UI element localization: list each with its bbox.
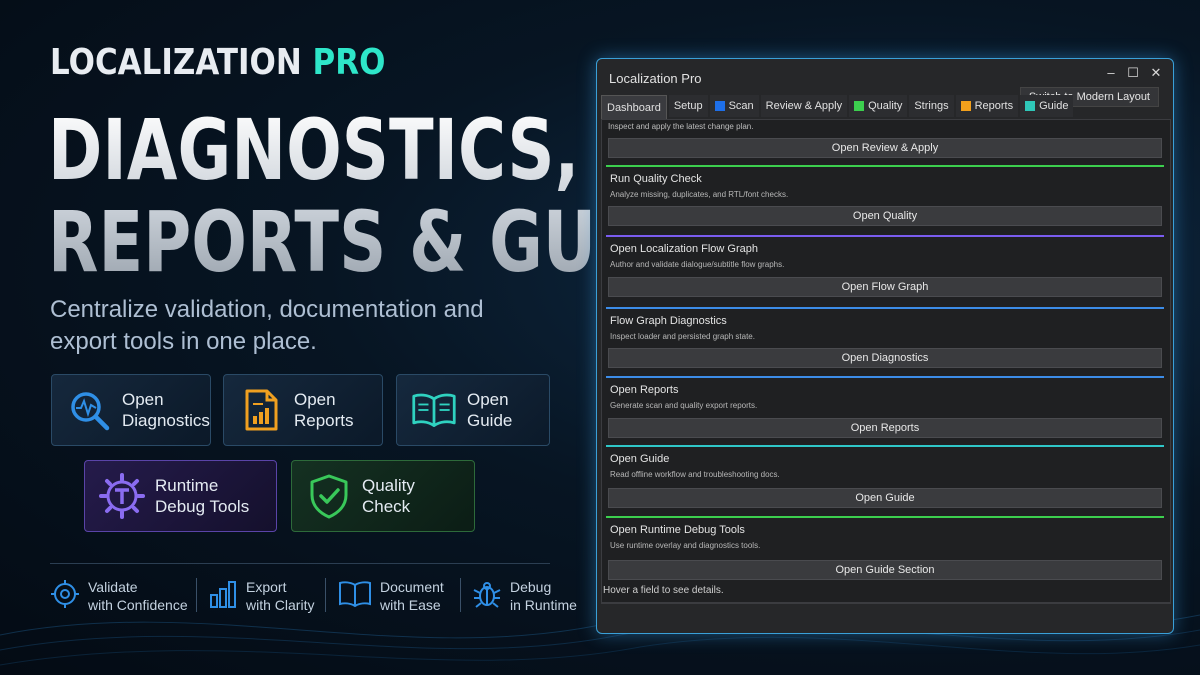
feature-debug: Debug in Runtime — [472, 578, 577, 614]
section-title: Open Reports — [610, 384, 679, 396]
tab-guide[interactable]: Guide — [1020, 95, 1074, 117]
tab-color-square-icon — [1025, 101, 1036, 111]
section-accent-line — [606, 165, 1164, 167]
tab-label: Strings — [914, 100, 949, 112]
section-accent-line — [606, 445, 1164, 447]
open-guide-section-button[interactable]: Open Guide Section — [608, 560, 1162, 580]
section-title: Run Quality Check — [610, 173, 702, 185]
section-accent-line — [606, 516, 1164, 518]
tab-label: Quality — [868, 100, 903, 112]
tab-color-square-icon — [714, 101, 725, 111]
tab-label: Setup — [673, 100, 703, 112]
brand-logo: LOCALIZATION PRO — [50, 42, 385, 83]
shield-check-icon — [306, 473, 352, 519]
tab-strings[interactable]: Strings — [909, 95, 954, 117]
section-desc: Inspect loader and persisted graph state… — [610, 332, 755, 341]
open-diagnostics-button[interactable]: Open Diagnostics — [608, 348, 1162, 368]
tab-bar: Dashboard Setup Scan Review & Apply Qual… — [601, 95, 1074, 119]
tab-color-square-icon — [854, 101, 865, 111]
tab-scan[interactable]: Scan — [709, 95, 759, 117]
section-accent-line — [606, 376, 1164, 378]
feature-separator — [196, 578, 197, 612]
section-desc: Author and validate dialogue/subtitle fl… — [610, 260, 785, 269]
open-reports-button[interactable]: Open Reports — [608, 418, 1162, 438]
runtime-debug-tools-tile[interactable]: Runtime Debug Tools — [84, 460, 277, 532]
section-title: Open Localization Flow Graph — [610, 243, 758, 255]
book-icon — [338, 580, 372, 613]
section-title: Flow Graph Diagnostics — [610, 315, 727, 327]
tab-review-apply[interactable]: Review & Apply — [760, 95, 848, 117]
tab-quality[interactable]: Quality — [849, 95, 908, 117]
feature-export: Export with Clarity — [208, 578, 314, 614]
feature-label: Document with Ease — [380, 579, 444, 613]
tile-label: Open Guide — [467, 390, 513, 430]
report-document-icon — [238, 387, 284, 433]
guide-section: Open Guide Read offline workflow and tro… — [606, 445, 1164, 511]
gear-t-icon — [99, 473, 145, 519]
section-desc: Analyze missing, duplicates, and RTL/fon… — [610, 190, 789, 199]
section-accent-line — [606, 307, 1164, 309]
runtime-debug-section: Open Runtime Debug Tools Use runtime ove… — [606, 516, 1164, 586]
status-text: Hover a field to see details. — [603, 585, 724, 596]
status-divider — [601, 603, 1171, 604]
reports-section: Open Reports Generate scan and quality e… — [606, 376, 1164, 442]
app-window: Localization Pro – ☐ ✕ Switch to Modern … — [596, 58, 1174, 634]
section-title: Open Guide — [610, 453, 670, 465]
section-desc: Use runtime overlay and diagnostics tool… — [610, 541, 761, 550]
section-desc: Generate scan and quality export reports… — [610, 401, 758, 410]
target-icon — [50, 579, 80, 614]
bug-icon — [472, 579, 502, 614]
tab-label: Guide — [1039, 100, 1069, 112]
window-title: Localization Pro — [609, 71, 702, 86]
brand-name: LOCALIZATION — [50, 42, 302, 83]
open-guide-tile[interactable]: Open Guide — [396, 374, 550, 446]
feature-label: Validate with Confidence — [88, 579, 188, 613]
brand-suffix: PRO — [312, 42, 386, 83]
flow-graph-diagnostics-section: Flow Graph Diagnostics Inspect loader an… — [606, 307, 1164, 373]
feature-divider — [50, 563, 550, 564]
tab-setup[interactable]: Setup — [668, 95, 708, 117]
section-accent-line — [606, 235, 1164, 237]
tile-label: Runtime Debug Tools — [155, 476, 250, 516]
close-button[interactable]: ✕ — [1147, 65, 1165, 81]
feature-label: Debug in Runtime — [510, 579, 577, 613]
open-diagnostics-tile[interactable]: Open Diagnostics — [51, 374, 211, 446]
tab-label: Reports — [974, 100, 1014, 112]
open-guide-button[interactable]: Open Guide — [608, 488, 1162, 508]
feature-validate: Validate with Confidence — [50, 578, 188, 614]
tab-dashboard[interactable]: Dashboard — [601, 95, 667, 119]
feature-separator — [325, 578, 326, 612]
open-review-apply-button[interactable]: Open Review & Apply — [608, 138, 1162, 158]
feature-document: Document with Ease — [338, 578, 444, 614]
tile-label: Quality Check — [362, 476, 415, 516]
tab-reports[interactable]: Reports — [955, 95, 1019, 117]
feature-separator — [460, 578, 461, 612]
tab-label: Dashboard — [607, 101, 661, 114]
tab-label: Review & Apply — [765, 100, 843, 112]
maximize-button[interactable]: ☐ — [1124, 65, 1142, 81]
open-flow-graph-button[interactable]: Open Flow Graph — [608, 277, 1162, 297]
tab-label: Scan — [728, 100, 754, 112]
section-title: Open Runtime Debug Tools — [610, 524, 745, 536]
tile-label: Open Reports — [294, 390, 354, 430]
flow-graph-section: Open Localization Flow Graph Author and … — [606, 235, 1164, 301]
quality-section: Run Quality Check Analyze missing, dupli… — [606, 165, 1164, 231]
section-desc: Read offline workflow and troubleshootin… — [610, 470, 780, 479]
review-apply-section: Open Review & Apply — [606, 120, 1164, 160]
magnifier-pulse-icon — [66, 387, 112, 433]
bar-chart-icon — [208, 579, 238, 614]
page-subtitle: Centralize validation, documentation and… — [50, 296, 484, 355]
minimize-button[interactable]: – — [1102, 65, 1120, 80]
open-book-icon — [411, 387, 457, 433]
open-quality-button[interactable]: Open Quality — [608, 206, 1162, 226]
tab-color-square-icon — [960, 101, 971, 111]
open-reports-tile[interactable]: Open Reports — [223, 374, 383, 446]
quality-check-tile[interactable]: Quality Check — [291, 460, 475, 532]
dashboard-panel: Inspect and apply the latest change plan… — [601, 119, 1171, 603]
feature-label: Export with Clarity — [246, 579, 315, 613]
tile-label: Open Diagnostics — [122, 390, 210, 430]
